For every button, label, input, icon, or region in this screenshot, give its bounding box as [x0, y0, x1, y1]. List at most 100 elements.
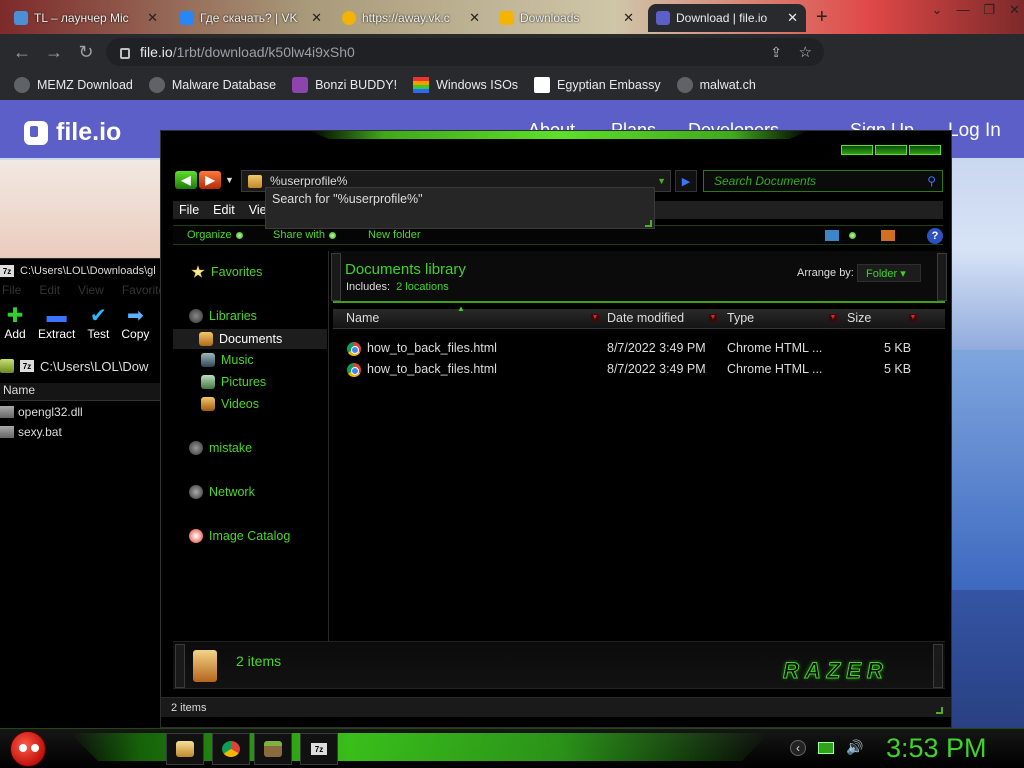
nav-pictures[interactable]: Pictures — [201, 375, 266, 389]
resize-grip-icon[interactable] — [936, 707, 943, 714]
explorer-close-button[interactable] — [909, 145, 941, 155]
7zip-menu-favorites[interactable]: Favorite — [122, 283, 165, 297]
table-row[interactable]: how_to_back_files.html 8/7/2022 3:49 PM … — [347, 360, 937, 380]
column-dropdown-icon[interactable]: ▼ — [829, 314, 837, 322]
tab-fileio[interactable]: Download | file.io ✕ — [648, 4, 806, 32]
start-button-angry-bird-icon[interactable] — [10, 731, 46, 767]
add-button[interactable]: ✚ Add — [4, 306, 26, 341]
extract-button[interactable]: ▬ Extract — [38, 306, 75, 341]
help-button[interactable]: ? — [927, 228, 943, 244]
7zip-menu-edit[interactable]: Edit — [39, 283, 60, 297]
column-dropdown-icon[interactable]: ▼ — [591, 314, 599, 322]
bookmark-malwatch[interactable]: malwat.ch — [676, 77, 756, 93]
explorer-maximize-button[interactable] — [875, 145, 907, 155]
share-with-button[interactable]: Share with — [273, 229, 336, 241]
nav-network[interactable]: Network — [189, 485, 255, 499]
view-dropdown-dot-icon[interactable] — [849, 232, 856, 239]
nav-mistake[interactable]: mistake — [189, 441, 252, 455]
nav-label: Favorites — [211, 265, 263, 279]
test-button[interactable]: ✔ Test — [87, 305, 109, 341]
menu-edit[interactable]: Edit — [213, 203, 235, 217]
search-input[interactable]: Search Documents ⚲ — [703, 170, 943, 192]
browser-toolbar: ← → ↻ file.io/1rbt/download/k50lw4i9xSh0… — [0, 34, 1024, 98]
column-dropdown-icon[interactable]: ▼ — [909, 314, 917, 322]
view-options-icon[interactable] — [825, 230, 839, 241]
bookmark-malware-db[interactable]: Malware Database — [148, 77, 276, 93]
tab-close-icon[interactable]: ✕ — [311, 10, 322, 26]
nav-log-in[interactable]: Log In — [948, 120, 1001, 142]
taskbar-minecraft[interactable] — [254, 733, 292, 765]
column-dropdown-icon[interactable]: ▼ — [709, 314, 717, 322]
bookmark-bonzi[interactable]: Bonzi BUDDY! — [292, 77, 397, 93]
forward-button[interactable]: → — [38, 42, 70, 63]
explorer-back-button[interactable]: ◀ — [175, 171, 197, 189]
taskbar-explorer[interactable] — [166, 733, 204, 765]
network-tray-icon[interactable] — [818, 741, 834, 754]
bookmark-memz[interactable]: MEMZ Download — [14, 77, 133, 93]
nav-music[interactable]: Music — [201, 353, 254, 367]
back-button[interactable]: ← — [6, 42, 38, 63]
tab-vk[interactable]: Где скачать? | VK ✕ — [172, 4, 330, 32]
show-hidden-icons-icon[interactable]: ‹ — [790, 739, 806, 756]
7zip-menu-view[interactable]: View — [78, 283, 104, 297]
address-dropdown-icon[interactable]: ▼ — [657, 176, 666, 186]
new-folder-button[interactable]: New folder — [368, 229, 421, 241]
tab-downloads[interactable]: Downloads ✕ — [492, 4, 642, 32]
search-icon[interactable]: ⚲ — [927, 174, 936, 188]
arrange-by-dropdown[interactable]: Folder ▾ — [857, 264, 921, 282]
search-suggestion-item[interactable]: Search for "%userprofile%" — [272, 192, 423, 206]
fileio-logo[interactable]: file.io — [24, 118, 121, 147]
test-icon: ✔ — [89, 305, 107, 327]
bookmark-egyptian-embassy[interactable]: Egyptian Embassy — [534, 77, 661, 93]
close-window-button[interactable]: ✕ — [1009, 2, 1020, 18]
nav-image-catalog[interactable]: Image Catalog — [189, 529, 290, 543]
up-folder-icon[interactable] — [0, 359, 14, 373]
tab-launcher[interactable]: TL – лаунчер Mic ✕ — [6, 4, 166, 32]
restore-button[interactable]: ❐ — [983, 2, 995, 18]
column-type[interactable]: Type — [727, 311, 754, 325]
includes-locations-link[interactable]: 2 locations — [396, 281, 449, 293]
taskbar-chrome[interactable] — [212, 733, 250, 765]
clock[interactable]: 3:53 PM — [886, 733, 987, 764]
menu-file[interactable]: File — [179, 203, 199, 217]
tab-close-icon[interactable]: ✕ — [787, 10, 798, 26]
bookmark-star-icon[interactable]: ☆ — [799, 43, 812, 61]
table-row[interactable]: how_to_back_files.html 8/7/2022 3:49 PM … — [347, 339, 937, 359]
tab-close-icon[interactable]: ✕ — [147, 10, 158, 26]
preview-pane-icon[interactable] — [881, 230, 895, 241]
tab-close-icon[interactable]: ✕ — [469, 10, 480, 26]
list-item[interactable]: opengl32.dll — [0, 405, 83, 419]
nav-videos[interactable]: Videos — [201, 397, 259, 411]
explorer-minimize-button[interactable] — [841, 145, 873, 155]
recent-pages-dropdown-icon[interactable]: ▼ — [225, 175, 234, 185]
7zip-column-name[interactable]: Name — [0, 383, 160, 401]
column-date-modified[interactable]: Date modified — [607, 311, 684, 325]
reload-button[interactable]: ↻ — [70, 42, 102, 63]
7zip-address-bar[interactable]: 7z C:\Users\LOL\Dow — [0, 355, 160, 377]
explorer-window: ◀ ▶ ▼ %userprofile% ▼ ▶ Search Documents… — [160, 130, 952, 728]
bookmark-windows-isos[interactable]: Windows ISOs — [413, 77, 518, 93]
tab-away-vk[interactable]: https://away.vk.c ✕ — [334, 4, 488, 32]
details-right-edge — [933, 644, 943, 688]
organize-button[interactable]: Organize — [187, 229, 243, 241]
tab-search-icon[interactable]: ⌄ — [932, 2, 943, 18]
go-button[interactable]: ▶ — [675, 170, 697, 192]
nav-documents[interactable]: Documents — [173, 329, 327, 349]
resize-grip-icon[interactable] — [645, 220, 652, 227]
minimize-button[interactable]: — — [956, 2, 969, 18]
copy-button[interactable]: ➡ Copy — [121, 306, 149, 341]
nav-favorites[interactable]: Favorites — [191, 265, 262, 279]
taskbar-7zip[interactable]: 7z — [300, 733, 338, 765]
column-size[interactable]: Size — [847, 311, 871, 325]
file-name: how_to_back_files.html — [367, 362, 497, 376]
address-bar[interactable]: file.io/1rbt/download/k50lw4i9xSh0 ⇪ ☆ — [106, 38, 824, 66]
nav-libraries[interactable]: Libraries — [189, 309, 257, 323]
7zip-menu-file[interactable]: File — [2, 283, 21, 297]
volume-icon[interactable]: 🔊 — [846, 739, 863, 756]
list-item[interactable]: sexy.bat — [0, 425, 62, 439]
explorer-forward-button[interactable]: ▶ — [199, 171, 221, 189]
tab-close-icon[interactable]: ✕ — [623, 10, 634, 26]
column-name[interactable]: Name — [346, 311, 379, 325]
share-icon[interactable]: ⇪ — [770, 44, 782, 61]
new-tab-button[interactable]: + — [816, 6, 828, 29]
